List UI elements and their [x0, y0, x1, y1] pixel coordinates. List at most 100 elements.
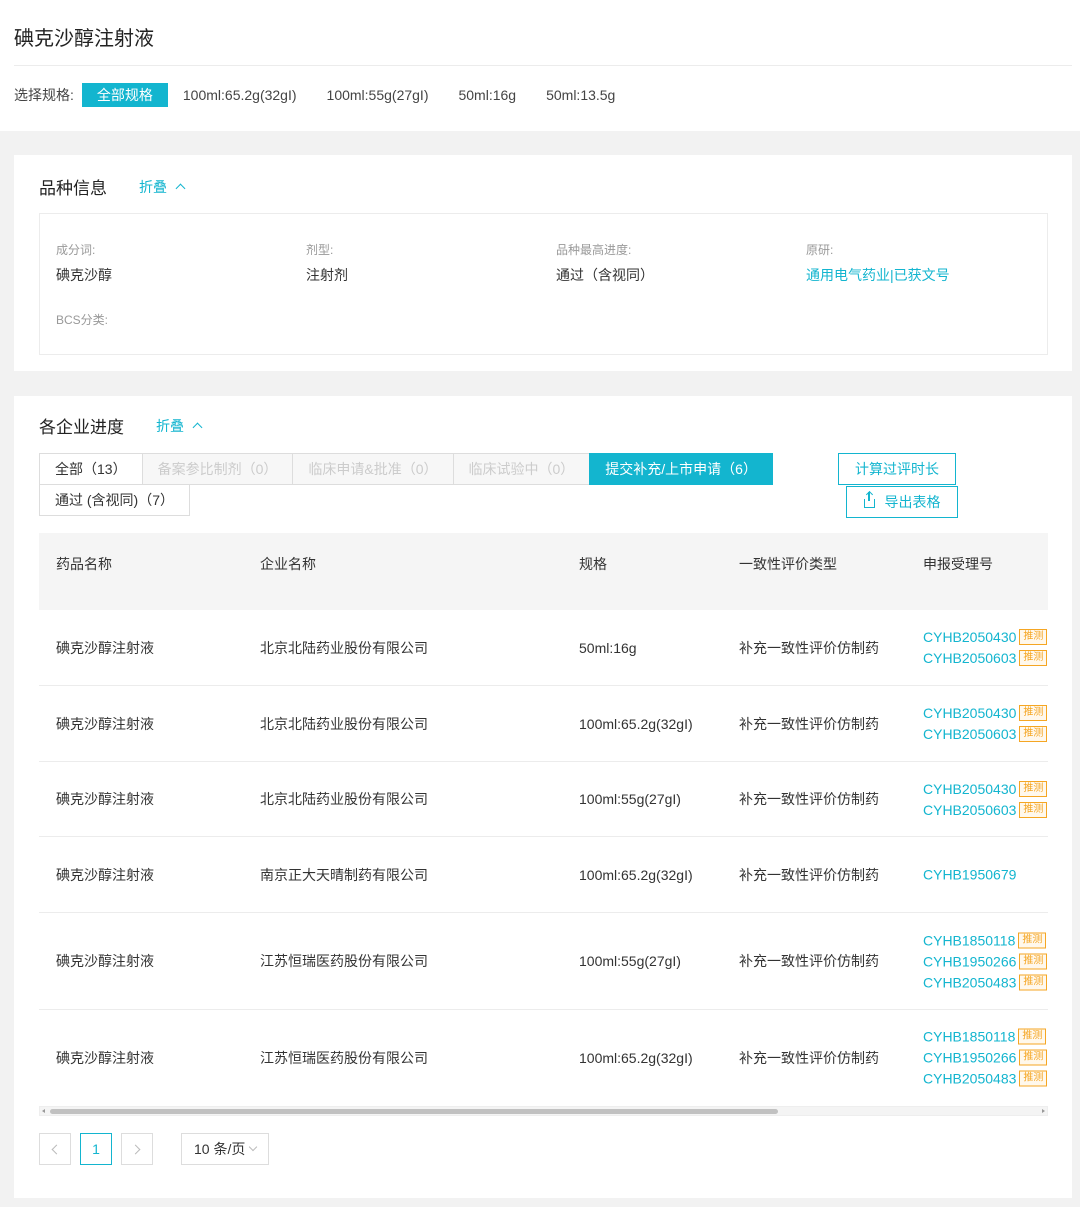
inferred-tag: 推测: [1019, 974, 1048, 990]
application-number-link[interactable]: CYHB2050430: [923, 629, 1016, 645]
company-progress-card: 各企业进度 折叠 全部（13） 备案参比制剂（0） 临床申请&批准（0） 临床试…: [14, 396, 1072, 1198]
tab-all[interactable]: 全部（13）: [39, 453, 143, 485]
info-dosage-form: 剂型: 注射剂: [306, 241, 348, 285]
application-number-link[interactable]: CYHB1850118: [923, 932, 1015, 948]
spec-option-all[interactable]: 全部规格: [81, 83, 168, 107]
tab-submitted[interactable]: 提交补充/上市申请（6）: [589, 453, 773, 485]
tab-clinical-application[interactable]: 临床申请&批准（0）: [292, 453, 454, 485]
application-number-link[interactable]: CYHB1950679: [923, 867, 1016, 883]
chevron-down-icon: [249, 1142, 258, 1152]
next-page-button[interactable]: [121, 1133, 153, 1165]
cell-company: 南京正大天晴制药有限公司: [260, 866, 428, 883]
scroll-right-icon[interactable]: [1042, 1109, 1045, 1113]
info-label: 品种最高进度:: [556, 243, 632, 257]
scroll-left-icon[interactable]: [42, 1109, 45, 1113]
inferred-tag: 推测: [1019, 1070, 1048, 1087]
chevron-right-icon: [130, 1144, 141, 1154]
tab-clinical-trial[interactable]: 临床试验中（0）: [452, 453, 591, 485]
info-label: 成分词:: [56, 243, 96, 257]
cell-company: 北京北陆药业股份有限公司: [260, 639, 428, 656]
export-table-button[interactable]: 导出表格: [846, 486, 958, 518]
application-number-link[interactable]: CYHB1950266: [923, 953, 1016, 969]
application-number-link[interactable]: CYHB2050603: [923, 802, 1016, 818]
table-row: 碘克沙醇注射液 北京北陆药业股份有限公司 100ml:55g(27gI) 补充一…: [39, 762, 1048, 837]
calc-duration-button[interactable]: 计算过评时长: [838, 453, 956, 485]
section-title: 各企业进度: [39, 418, 124, 437]
cell-company: 江苏恒瑞医药股份有限公司: [260, 1049, 428, 1066]
info-value: 注射剂: [306, 267, 348, 283]
info-label: BCS分类:: [56, 313, 109, 327]
collapse-label: 折叠: [156, 417, 184, 434]
cell-numbers: CYHB2050430 推测 CYHB2050603 推测: [923, 627, 1048, 669]
application-number-link[interactable]: CYHB2050603: [923, 650, 1016, 666]
cell-numbers: CYHB1850118 推测 CYHB1950266 推测 CYHB2050483 推…: [923, 930, 1048, 993]
inferred-tag: 推测: [1019, 629, 1048, 645]
header-panel: 碘克沙醇注射液 选择规格: 全部规格 100ml:65.2g(32gI) 100…: [0, 0, 1080, 131]
status-tabs: 全部（13） 备案参比制剂（0） 临床申请&批准（0） 临床试验中（0） 提交补…: [39, 453, 799, 516]
application-number-link[interactable]: CYHB2050483: [923, 974, 1016, 990]
col-company: 企业名称: [260, 556, 316, 572]
cell-numbers: CYHB1950679: [923, 864, 1016, 885]
inferred-tag: 推测: [1019, 650, 1048, 666]
cell-spec: 100ml:55g(27gI): [579, 953, 681, 969]
cell-drug: 碘克沙醇注射液: [56, 866, 154, 883]
application-number-link[interactable]: CYHB2050603: [923, 726, 1016, 742]
table-row: 碘克沙醇注射液 南京正大天晴制药有限公司 100ml:65.2g(32gI) 补…: [39, 837, 1048, 913]
section-title: 品种信息: [39, 179, 107, 198]
cell-type: 补充一致性评价仿制药: [739, 639, 879, 656]
cell-spec: 100ml:55g(27gI): [579, 791, 681, 807]
application-number-link[interactable]: CYHB1950266: [923, 1050, 1016, 1066]
spec-option[interactable]: 100ml:55g(27gI): [312, 83, 444, 107]
col-drug: 药品名称: [56, 556, 112, 572]
spec-option[interactable]: 50ml:13.5g: [531, 83, 630, 107]
table-row: 碘克沙醇注射液 北京北陆药业股份有限公司 50ml:16g 补充一致性评价仿制药…: [39, 610, 1048, 686]
cell-type: 补充一致性评价仿制药: [739, 866, 879, 883]
cell-spec: 100ml:65.2g(32gI): [579, 1049, 693, 1066]
horizontal-scrollbar[interactable]: [39, 1106, 1048, 1116]
inferred-tag: 推测: [1019, 705, 1048, 721]
page-number-button[interactable]: 1: [80, 1133, 112, 1165]
spec-option[interactable]: 100ml:65.2g(32gI): [168, 83, 312, 107]
inferred-tag: 推测: [1018, 1028, 1047, 1045]
spec-option[interactable]: 50ml:16g: [443, 83, 531, 107]
info-value: 碘克沙醇: [56, 267, 112, 283]
inferred-tag: 推测: [1019, 1049, 1048, 1066]
inferred-tag: 推测: [1019, 726, 1048, 742]
spec-filter-label: 选择规格:: [14, 87, 74, 103]
scroll-thumb[interactable]: [50, 1109, 778, 1114]
table-header: 药品名称 企业名称 规格 一致性评价类型 申报受理号: [39, 533, 1048, 610]
divider: [14, 65, 1072, 66]
col-type: 一致性评价类型: [739, 556, 837, 572]
application-number-link[interactable]: CYHB2050430: [923, 705, 1016, 721]
application-number-link[interactable]: CYHB1850118: [923, 1029, 1015, 1045]
chevron-up-icon: [192, 422, 203, 433]
cell-type: 补充一致性评价仿制药: [739, 715, 879, 732]
collapse-toggle[interactable]: 折叠: [139, 177, 186, 197]
cell-numbers: CYHB2050430 推测 CYHB2050603 推测: [923, 703, 1048, 745]
cell-type: 补充一致性评价仿制药: [739, 953, 879, 969]
info-label: 剂型:: [306, 243, 334, 257]
spec-filter: 选择规格: 全部规格 100ml:65.2g(32gI) 100ml:55g(2…: [14, 82, 630, 108]
chevron-up-icon: [175, 183, 186, 194]
pagination: 1 10 条/页: [39, 1133, 270, 1165]
application-number-link[interactable]: CYHB2050430: [923, 781, 1016, 797]
tab-passed[interactable]: 通过 (含视同)（7）: [39, 484, 190, 516]
application-number-link[interactable]: CYHB2050483: [923, 1071, 1016, 1087]
table-row: 碘克沙醇注射液 江苏恒瑞医药股份有限公司 100ml:55g(27gI) 补充一…: [39, 913, 1048, 1010]
cell-drug: 碘克沙醇注射液: [56, 715, 154, 732]
table-row: 碘克沙醇注射液 江苏恒瑞医药股份有限公司 100ml:65.2g(32gI) 补…: [39, 1010, 1048, 1105]
progress-header: 各企业进度 折叠: [39, 413, 203, 438]
tab-reference[interactable]: 备案参比制剂（0）: [141, 453, 294, 485]
page-title: 碘克沙醇注射液: [14, 28, 154, 50]
collapse-toggle[interactable]: 折叠: [156, 416, 203, 436]
info-ingredient: 成分词: 碘克沙醇: [56, 241, 112, 285]
info-max-progress: 品种最高进度: 通过（含视同）: [556, 241, 654, 285]
variety-info-header: 品种信息 折叠: [39, 174, 186, 199]
cell-spec: 50ml:16g: [579, 639, 637, 656]
prev-page-button[interactable]: [39, 1133, 71, 1165]
originator-link[interactable]: 通用电气药业|已获文号: [806, 265, 950, 285]
info-label: 原研:: [806, 243, 834, 257]
progress-table: 药品名称 企业名称 规格 一致性评价类型 申报受理号 碘克沙醇注射液 北京北陆药…: [39, 533, 1048, 1105]
page-size-select[interactable]: 10 条/页: [181, 1133, 270, 1165]
inferred-tag: 推测: [1018, 932, 1047, 948]
